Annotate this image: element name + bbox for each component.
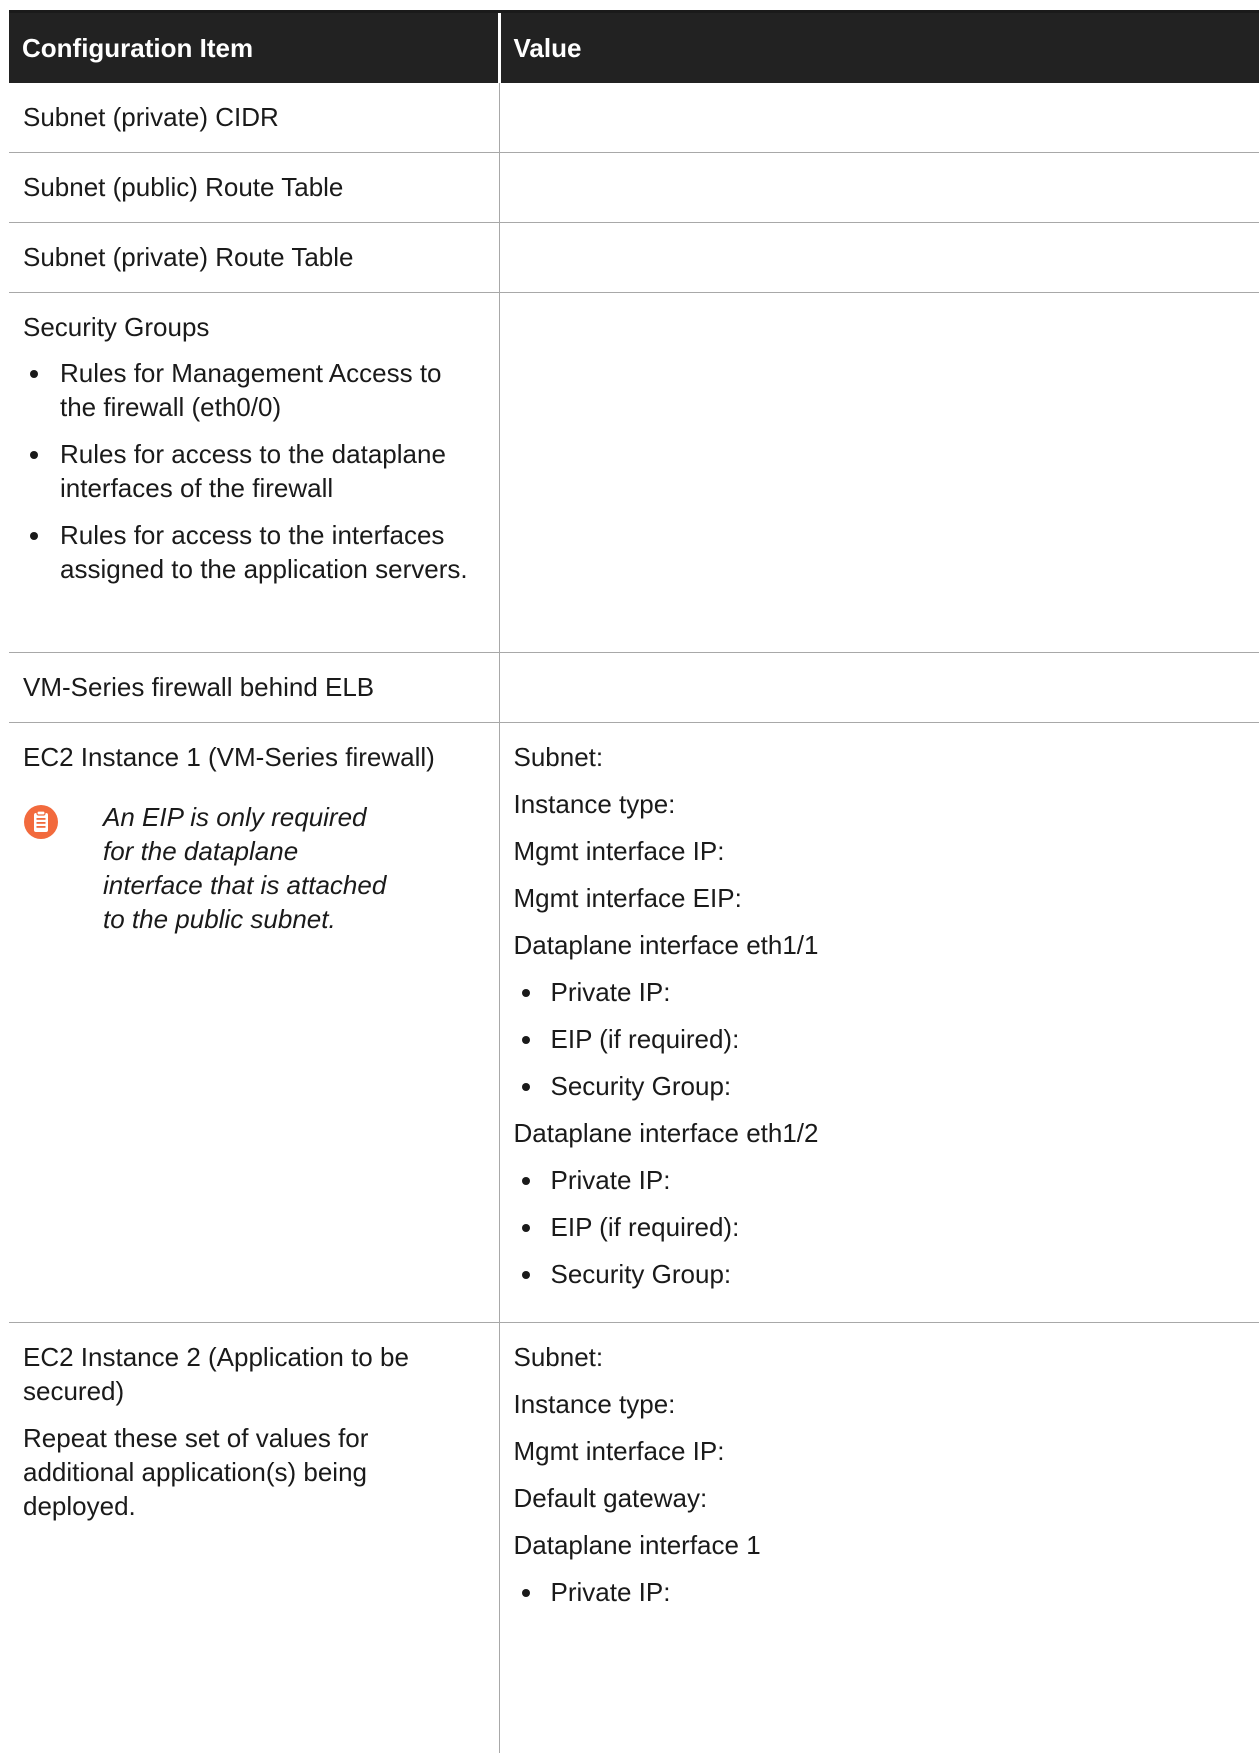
value-field-default-gateway: Default gateway: [513,1483,708,1513]
ec2-instance-1-values: Subnet: Instance type: Mgmt interface IP… [498,722,1259,1323]
ec2-instance-1-cell: EC2 Instance 1 (VM-Series firewall) An E… [9,722,499,1323]
list-item: Rules for access to the interfaces assig… [23,518,485,586]
note-callout: An EIP is only required for the dataplan… [23,800,485,936]
row-item-label: EC2 Instance 1 (VM-Series firewall) [23,742,435,772]
note-clipboard-icon [24,805,58,839]
dataplane-eth1-1-list: Private IP: EIP (if required): Security … [514,975,1246,1103]
row-item-label: Subnet (private) CIDR [9,83,499,153]
table-row: Security Groups Rules for Management Acc… [9,292,1259,653]
value-field-instance-type: Instance type: [513,789,676,819]
list-item: Rules for access to the dataplane interf… [23,437,485,505]
header-configuration-item: Configuration Item [9,13,499,83]
table-row: VM-Series firewall behind ELB [9,652,1259,723]
row-value-cell [498,83,1259,153]
configuration-table: Configuration Item Value Subnet (private… [9,13,1259,1753]
row-item-note: Repeat these set of values for additiona… [23,1423,369,1521]
list-item: Private IP: [514,975,1246,1009]
value-field-instance-type: Instance type: [513,1389,676,1419]
list-item: Private IP: [514,1575,1246,1609]
row-item-label: VM-Series firewall behind ELB [9,652,499,723]
list-item: Private IP: [514,1163,1246,1197]
table-row: Subnet (private) CIDR [9,83,1259,153]
ec2-instance-2-cell: EC2 Instance 2 (Application to be secure… [9,1323,499,1753]
list-item: Security Group: [514,1069,1246,1103]
security-groups-list: Rules for Management Access to the firew… [23,356,485,586]
value-field-dataplane-1: Dataplane interface 1 [513,1530,761,1560]
table-row: Subnet (private) Route Table [9,222,1259,293]
row-item-label: Security Groups [23,312,210,342]
table-row: EC2 Instance 1 (VM-Series firewall) An E… [9,722,1259,1323]
security-groups-cell: Security Groups Rules for Management Acc… [9,292,499,653]
row-value-cell [498,152,1259,223]
table-row: Subnet (public) Route Table [9,152,1259,223]
value-field-mgmt-ip: Mgmt interface IP: [513,836,725,866]
list-item: EIP (if required): [514,1022,1246,1056]
table-header: Configuration Item Value [9,13,1259,83]
list-item: Security Group: [514,1257,1246,1291]
value-field-mgmt-ip: Mgmt interface IP: [513,1436,725,1466]
list-item: EIP (if required): [514,1210,1246,1244]
row-value-cell [498,652,1259,723]
row-item-label: Subnet (public) Route Table [9,152,499,223]
header-value: Value [497,13,1259,83]
value-field-subnet: Subnet: [513,1342,604,1372]
list-item: Rules for Management Access to the firew… [23,356,485,424]
dataplane-1-list: Private IP: [514,1575,1246,1609]
row-value-cell [498,292,1259,653]
value-field-dataplane-eth1-1: Dataplane interface eth1/1 [513,930,819,960]
value-field-subnet: Subnet: [513,742,604,772]
value-field-dataplane-eth1-2: Dataplane interface eth1/2 [513,1118,819,1148]
value-field-mgmt-eip: Mgmt interface EIP: [513,883,742,913]
ec2-instance-2-values: Subnet: Instance type: Mgmt interface IP… [498,1322,1259,1753]
row-value-cell [498,222,1259,293]
row-item-label: EC2 Instance 2 (Application to be secure… [23,1342,409,1406]
dataplane-eth1-2-list: Private IP: EIP (if required): Security … [514,1163,1246,1291]
table-row: EC2 Instance 2 (Application to be secure… [9,1322,1259,1753]
row-item-label: Subnet (private) Route Table [9,222,499,293]
note-text: An EIP is only required for the dataplan… [103,802,387,934]
